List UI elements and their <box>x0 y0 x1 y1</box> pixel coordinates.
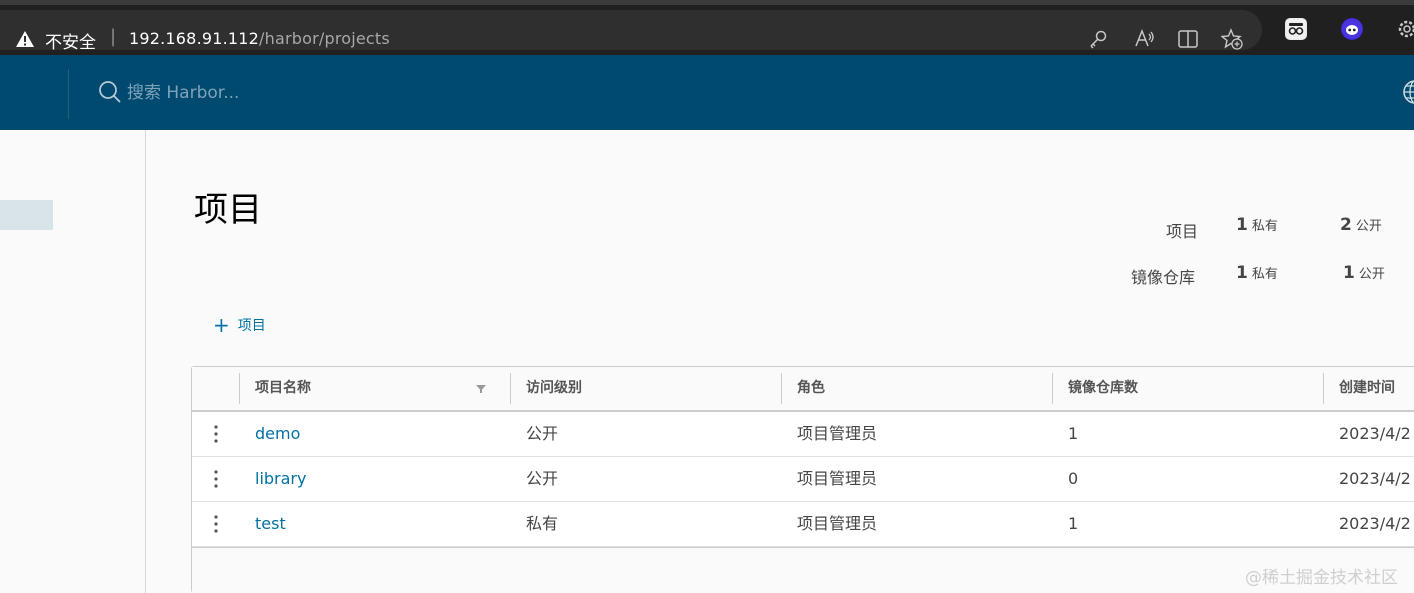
summary-repos-label: 镜像仓库 <box>1131 268 1196 287</box>
public-unit: 公开 <box>1355 219 1382 234</box>
plus-icon: + <box>213 313 230 337</box>
filter-icon[interactable] <box>475 383 487 395</box>
project-name-link[interactable]: library <box>255 457 306 501</box>
summary-projects-private-count: 1 <box>1236 215 1248 235</box>
access-level-cell: 公开 <box>526 424 559 443</box>
extension-icon-2[interactable] <box>1341 18 1363 40</box>
column-separator <box>1052 373 1053 404</box>
key-icon[interactable] <box>1087 28 1109 50</box>
created-time-cell: 2023/4/2 <box>1339 514 1411 533</box>
new-project-label: 项目 <box>237 318 266 334</box>
private-unit: 私有 <box>1251 219 1278 234</box>
table-row: demo 公开 项目管理员 1 2023/4/2 <box>192 412 1414 457</box>
table-row: test 私有 项目管理员 1 2023/4/2 <box>192 502 1414 547</box>
private-unit: 私有 <box>1251 267 1278 282</box>
app-header <box>0 55 1414 130</box>
sidebar-item-projects[interactable] <box>0 200 53 230</box>
kebab-icon[interactable] <box>208 423 224 445</box>
kebab-icon[interactable] <box>208 468 224 490</box>
page-title: 项目 <box>194 190 262 230</box>
browser-toolbar: 不安全 | 192.168.91.112/harbor/projects <box>0 0 1414 60</box>
url-separator: | <box>110 26 117 47</box>
warning-icon[interactable] <box>15 30 35 48</box>
column-separator <box>510 373 511 404</box>
repo-count-cell: 1 <box>1068 424 1079 443</box>
column-separator <box>239 373 240 404</box>
new-project-button[interactable]: + 项目 <box>213 315 266 335</box>
access-level-cell: 公开 <box>526 469 559 488</box>
favorites-add-icon[interactable] <box>1221 28 1243 50</box>
repo-count-cell: 1 <box>1068 514 1079 533</box>
column-header-name[interactable]: 项目名称 <box>255 367 311 410</box>
project-name-link[interactable]: test <box>255 502 286 546</box>
role-cell: 项目管理员 <box>797 424 878 443</box>
column-header-created[interactable]: 创建时间 <box>1339 367 1395 410</box>
column-separator <box>781 373 782 404</box>
summary-repos-public-count: 1 <box>1343 263 1355 283</box>
search-icon[interactable] <box>98 80 122 104</box>
settings-icon[interactable] <box>1396 18 1414 40</box>
address-bar[interactable]: 不安全 | 192.168.91.112/harbor/projects <box>0 10 1262 53</box>
tab-strip <box>0 0 1414 5</box>
role-cell: 项目管理员 <box>797 514 878 533</box>
column-separator <box>1323 373 1324 404</box>
column-header-access[interactable]: 访问级别 <box>526 367 582 410</box>
watermark: @稀土掘金技术社区 <box>1245 568 1398 588</box>
url-path: /harbor/projects <box>259 29 390 48</box>
kebab-icon[interactable] <box>208 513 224 535</box>
split-screen-icon[interactable] <box>1177 28 1199 50</box>
search-input[interactable] <box>127 79 527 107</box>
role-cell: 项目管理员 <box>797 469 878 488</box>
url-host: 192.168.91.112 <box>129 29 260 48</box>
column-header-repo-count[interactable]: 镜像仓库数 <box>1068 367 1138 410</box>
projects-table: 项目名称 访问级别 角色 镜像仓库数 创建时间 demo 公开 项目管理员 1 … <box>191 366 1414 593</box>
created-time-cell: 2023/4/2 <box>1339 469 1411 488</box>
read-aloud-icon[interactable] <box>1133 28 1155 50</box>
sidebar <box>0 130 146 593</box>
created-time-cell: 2023/4/2 <box>1339 424 1411 443</box>
table-header: 项目名称 访问级别 角色 镜像仓库数 创建时间 <box>192 367 1414 412</box>
repo-count-cell: 0 <box>1068 469 1079 488</box>
summary-projects-public-count: 2 <box>1340 215 1352 235</box>
summary-projects-label: 项目 <box>1166 222 1199 241</box>
access-level-cell: 私有 <box>526 514 559 533</box>
public-unit: 公开 <box>1358 267 1385 282</box>
header-divider <box>68 69 69 119</box>
summary-repos-public: 1 公开 <box>1343 263 1385 283</box>
summary-repos-private: 1 私有 <box>1236 263 1278 283</box>
extension-icon[interactable] <box>1285 18 1307 40</box>
summary-repos-private-count: 1 <box>1236 263 1248 283</box>
url-text[interactable]: 192.168.91.112/harbor/projects <box>129 29 390 48</box>
table-row: library 公开 项目管理员 0 2023/4/2 <box>192 457 1414 502</box>
globe-icon[interactable] <box>1402 79 1414 105</box>
summary-projects-public: 2 公开 <box>1340 215 1382 235</box>
table-footer <box>192 547 1414 593</box>
project-name-link[interactable]: demo <box>255 412 300 456</box>
security-label[interactable]: 不安全 <box>45 28 96 53</box>
summary-projects-private: 1 私有 <box>1236 215 1278 235</box>
column-header-role[interactable]: 角色 <box>797 367 825 410</box>
